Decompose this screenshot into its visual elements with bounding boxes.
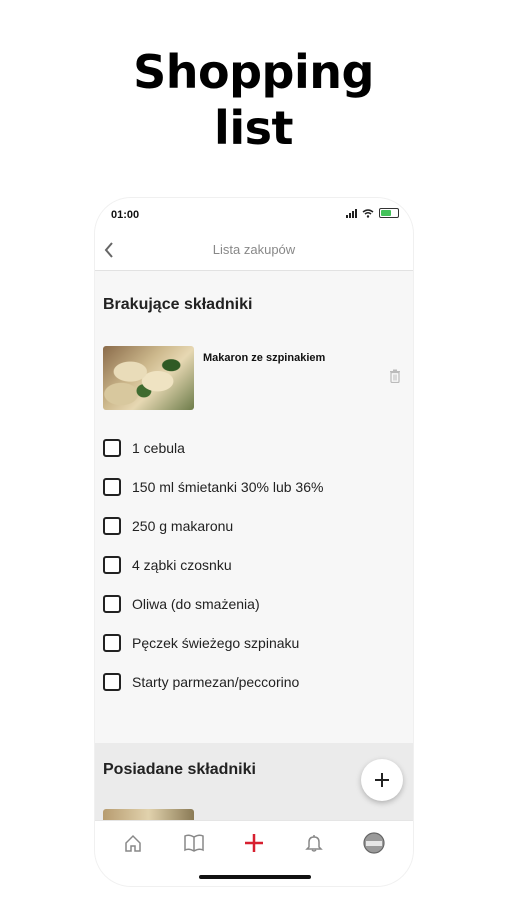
headline-line-1: Shopping: [133, 45, 374, 99]
checkbox[interactable]: [103, 517, 121, 535]
home-indicator: [199, 875, 311, 879]
missing-ingredients-title: Brakujące składniki: [103, 296, 253, 313]
list-item[interactable]: 4 ząbki czosnku: [103, 553, 232, 577]
ingredient-label: 150 ml śmietanki 30% lub 36%: [132, 479, 324, 495]
phone-screen: 01:00 Lista zakupów Brakujące składniki …: [95, 198, 413, 886]
list-item[interactable]: 150 ml śmietanki 30% lub 36%: [103, 475, 323, 499]
book-icon: [184, 834, 204, 852]
ingredient-label: Starty parmezan/peccorino: [132, 674, 300, 690]
tab-recipes[interactable]: [182, 831, 206, 855]
checkbox[interactable]: [103, 634, 121, 652]
tab-notifications[interactable]: [302, 831, 326, 855]
plus-icon: [375, 773, 389, 787]
home-icon: [125, 834, 141, 852]
owned-ingredients-title: Posiadane składniki: [103, 761, 256, 778]
checkbox[interactable]: [103, 673, 121, 691]
tab-home[interactable]: [121, 831, 145, 855]
list-item[interactable]: 1 cebula: [103, 436, 185, 460]
add-icon: [245, 834, 263, 852]
ingredient-label: 4 ząbki czosnku: [132, 557, 232, 573]
ingredient-label: 250 g makaronu: [132, 518, 234, 534]
recipe-name[interactable]: Makaron ze szpinakiem: [203, 352, 325, 364]
bell-icon: [305, 835, 323, 852]
add-button[interactable]: [361, 759, 403, 801]
status-bar: 01:00: [95, 198, 413, 234]
status-time: 01:00: [111, 209, 140, 221]
wifi-icon: [362, 208, 374, 218]
battery-icon: [379, 208, 399, 218]
page-title: Lista zakupów: [212, 242, 296, 257]
list-item[interactable]: Pęczek świeżego szpinaku: [103, 631, 299, 655]
ingredient-label: 1 cebula: [132, 440, 185, 456]
profile-avatar: [363, 832, 385, 854]
recipe-image[interactable]: [103, 346, 194, 410]
headline-line-2: list: [214, 101, 293, 155]
tab-bar: [95, 820, 413, 886]
checkbox[interactable]: [103, 556, 121, 574]
list-item[interactable]: Oliwa (do smażenia): [103, 592, 260, 616]
ingredient-label: Pęczek świeżego szpinaku: [132, 635, 300, 651]
tab-add[interactable]: [242, 831, 266, 855]
trash-icon[interactable]: [389, 369, 401, 383]
checkbox[interactable]: [103, 595, 121, 613]
checkbox[interactable]: [103, 478, 121, 496]
list-item[interactable]: Starty parmezan/peccorino: [103, 670, 299, 694]
promo-headline: Shopping list: [0, 44, 507, 156]
checkbox[interactable]: [103, 439, 121, 457]
signal-icon: [346, 208, 357, 218]
navigation-bar: Lista zakupów: [95, 234, 413, 271]
ingredient-label: Oliwa (do smażenia): [132, 596, 260, 612]
tab-profile[interactable]: [362, 831, 386, 855]
list-item[interactable]: 250 g makaronu: [103, 514, 233, 538]
